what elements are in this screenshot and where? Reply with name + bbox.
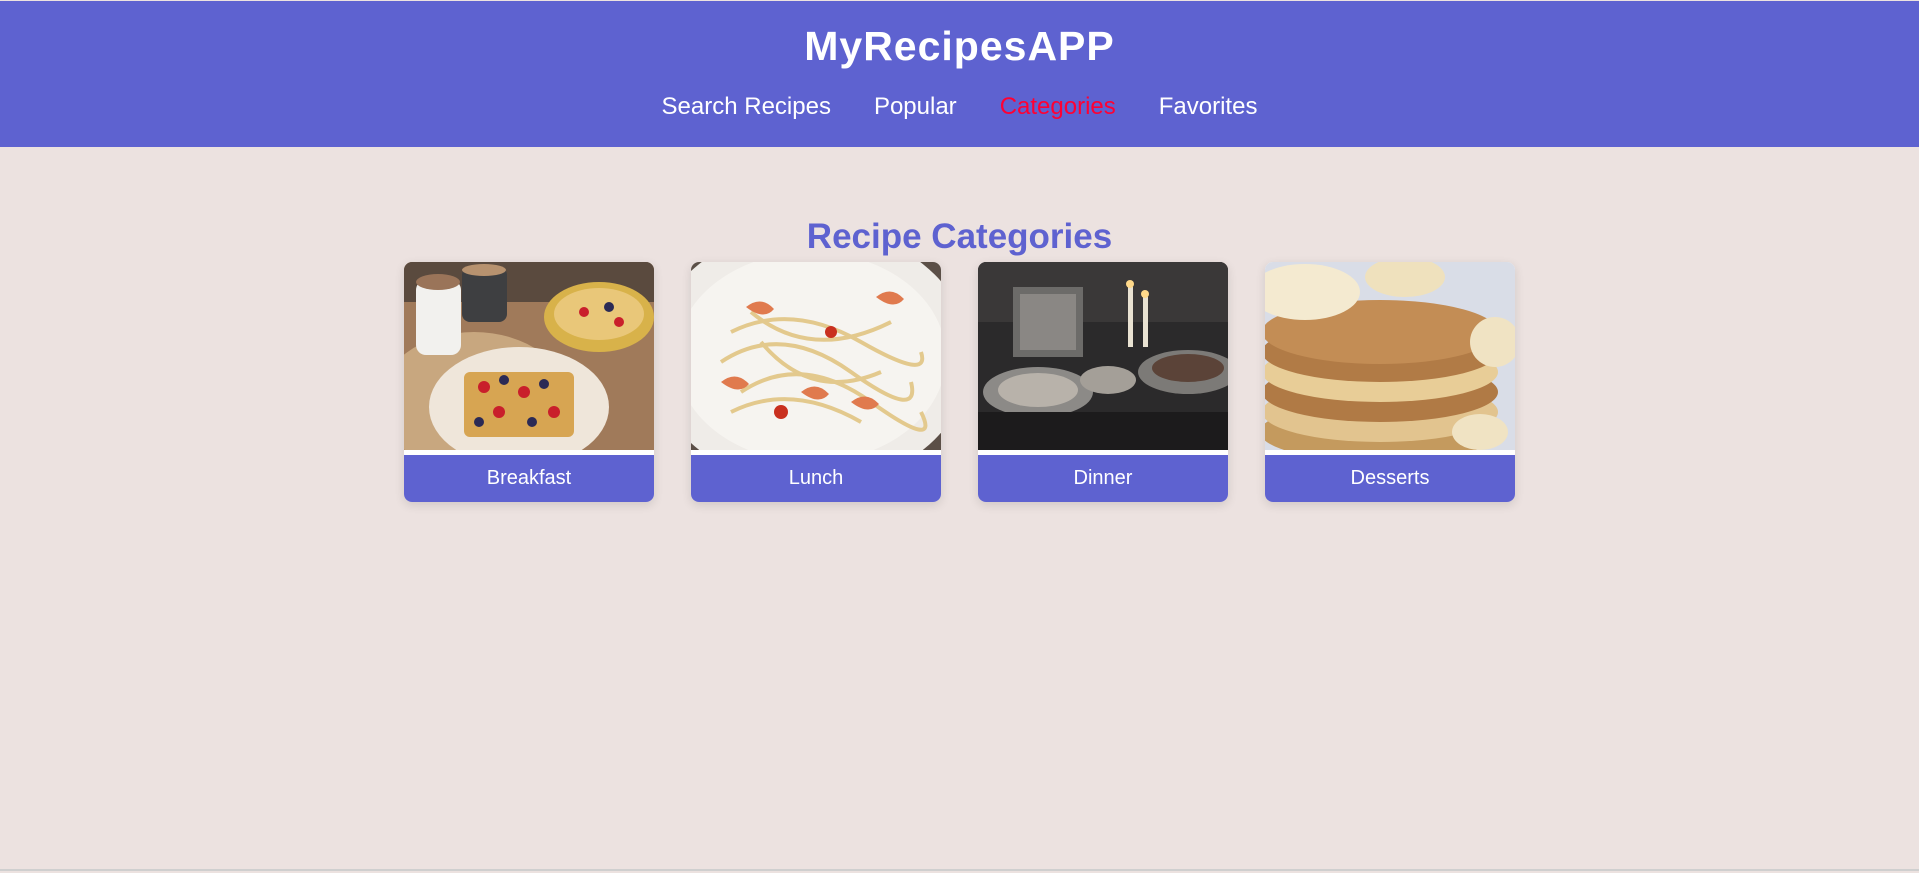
category-card-lunch[interactable]: Lunch bbox=[691, 262, 941, 502]
page-title: Recipe Categories bbox=[806, 217, 1113, 257]
lunch-image bbox=[691, 262, 941, 450]
category-label: Dinner bbox=[978, 455, 1228, 502]
nav-search-recipes[interactable]: Search Recipes bbox=[662, 93, 831, 121]
category-label: Breakfast bbox=[404, 455, 654, 502]
category-card-dinner[interactable]: Dinner bbox=[978, 262, 1228, 502]
app-header: MyRecipesAPP Search Recipes Popular Cate… bbox=[0, 1, 1919, 147]
category-grid: Breakfast Lunch Dinner Desserts bbox=[404, 262, 1515, 502]
bottom-divider bbox=[0, 869, 1919, 871]
app-title: MyRecipesAPP bbox=[804, 23, 1115, 69]
nav-favorites[interactable]: Favorites bbox=[1159, 93, 1258, 121]
category-card-breakfast[interactable]: Breakfast bbox=[404, 262, 654, 502]
main-nav: Search Recipes Popular Categories Favori… bbox=[0, 93, 1919, 121]
category-label: Desserts bbox=[1265, 455, 1515, 502]
dinner-image bbox=[978, 262, 1228, 450]
nav-categories[interactable]: Categories bbox=[1000, 93, 1116, 121]
desserts-image bbox=[1265, 262, 1515, 450]
category-label: Lunch bbox=[691, 455, 941, 502]
breakfast-image bbox=[404, 262, 654, 450]
category-card-desserts[interactable]: Desserts bbox=[1265, 262, 1515, 502]
nav-popular[interactable]: Popular bbox=[874, 93, 957, 121]
